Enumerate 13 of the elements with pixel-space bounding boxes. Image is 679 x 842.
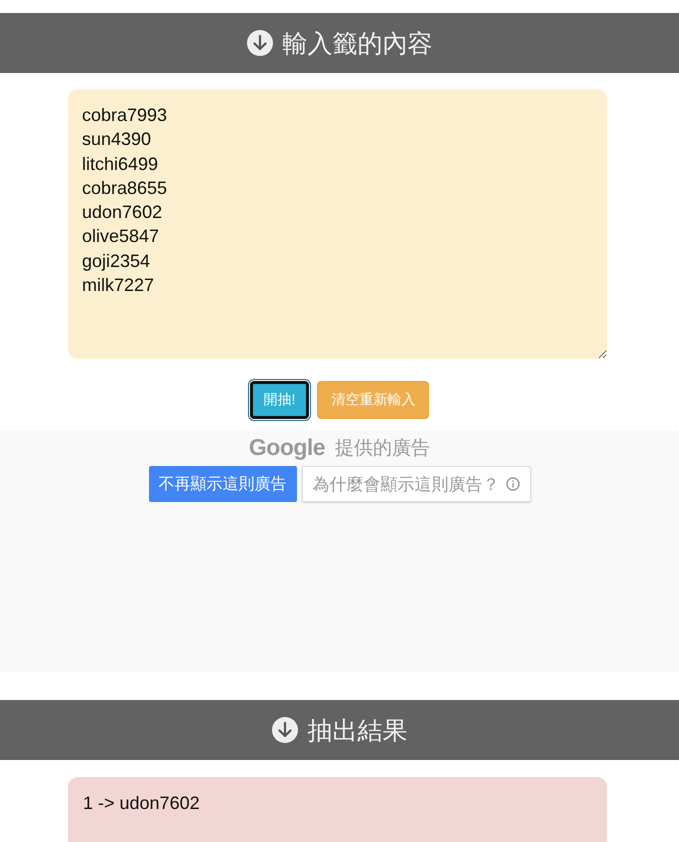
result-line: 1 -> udon7602: [83, 792, 201, 815]
hide-ad-button[interactable]: 不再顯示這則廣告: [148, 466, 296, 502]
section-title: 抽出結果: [308, 716, 408, 746]
why-ad-button[interactable]: 為什麼會顯示這則廣告？: [302, 466, 530, 502]
input-field[interactable]: cobra7993 sun4390 litchi6499 cobra8655 udon7602 olive5847 goji2354 milk7227: [68, 89, 607, 359]
arrow-down-circle-icon: [272, 717, 298, 743]
info-icon: [506, 477, 520, 491]
google-logo: Google: [248, 434, 326, 461]
ad-caption: 提供的廣告: [335, 436, 430, 460]
arrow-down-circle-icon: [246, 30, 272, 56]
clear-button[interactable]: 清空重新輸入: [317, 381, 430, 419]
draw-button[interactable]: 開抽!: [250, 381, 310, 419]
section-title: 輸入籤的內容: [282, 28, 432, 60]
